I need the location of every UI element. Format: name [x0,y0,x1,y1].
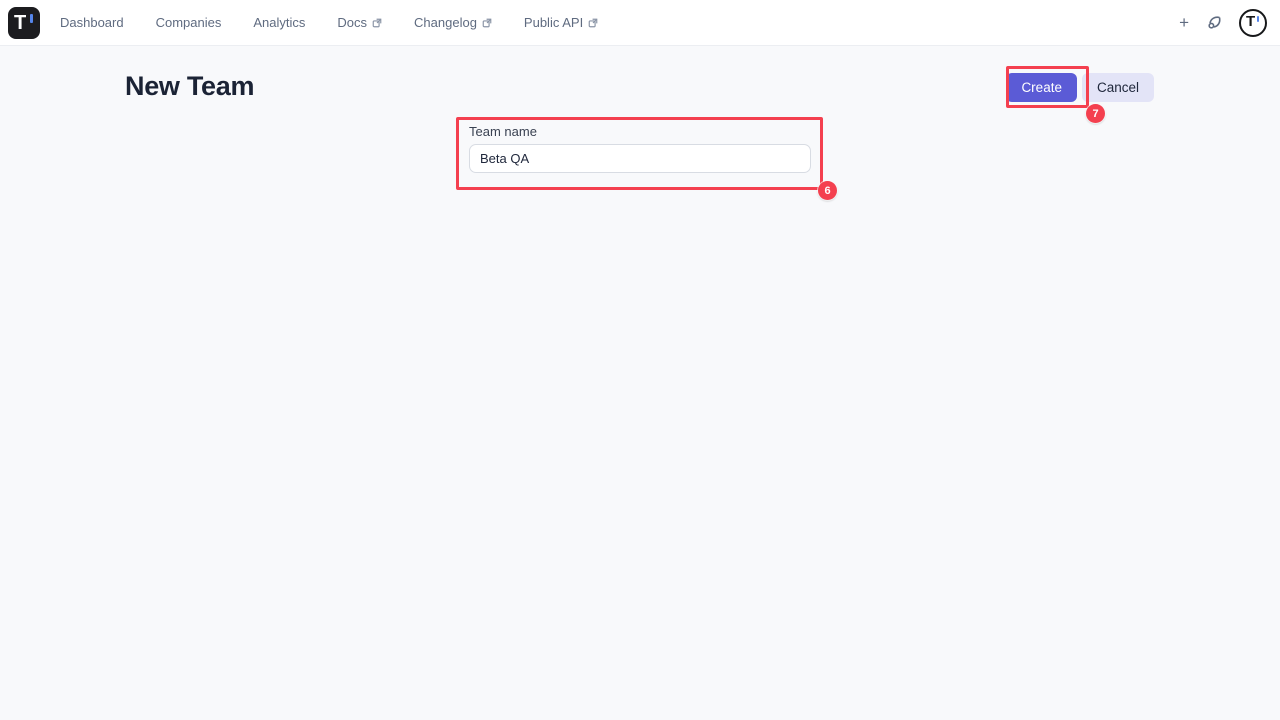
topbar-actions: + T [1179,9,1280,37]
app-logo[interactable]: T [8,7,40,39]
create-button[interactable]: Create [1006,73,1077,102]
cancel-button[interactable]: Cancel [1082,73,1154,102]
main-nav: Dashboard Companies Analytics Docs Chang… [60,15,598,30]
nav-item-docs[interactable]: Docs [337,15,382,30]
nav-item-companies[interactable]: Companies [156,15,222,30]
external-link-icon [482,18,492,28]
nav-item-analytics[interactable]: Analytics [253,15,305,30]
nav-item-dashboard[interactable]: Dashboard [60,15,124,30]
nav-item-public-api[interactable]: Public API [524,15,598,30]
logo-letter: T [14,11,25,35]
top-nav-bar: T Dashboard Companies Analytics Docs Cha… [0,0,1280,46]
announcements-icon[interactable] [1205,14,1223,32]
team-name-label: Team name [469,124,811,139]
annotation-badge-6: 6 [818,181,837,200]
page-actions: Create Cancel [1006,73,1154,102]
page-title: New Team [125,71,254,102]
external-link-icon [588,18,598,28]
annotation-badge-7: 7 [1086,104,1105,123]
user-avatar[interactable]: T [1239,9,1267,37]
logo-accent-mark [30,14,33,23]
team-name-field-group: Team name [469,124,811,173]
avatar-letter: T [1246,13,1254,31]
avatar-accent-mark [1257,16,1259,22]
add-icon[interactable]: + [1179,14,1189,31]
external-link-icon [372,18,382,28]
team-name-input[interactable] [469,144,811,173]
nav-item-changelog[interactable]: Changelog [414,15,492,30]
